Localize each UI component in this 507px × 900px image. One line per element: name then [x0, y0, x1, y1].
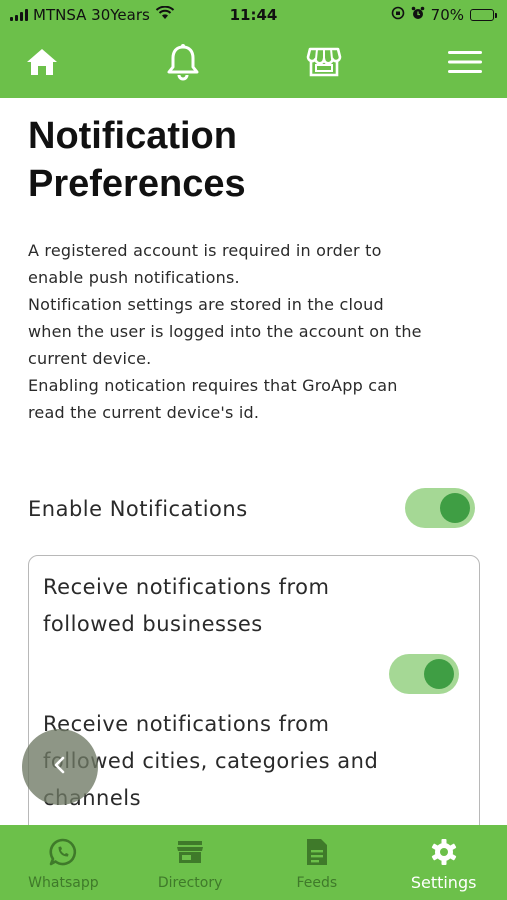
chevron-left-icon — [53, 756, 67, 778]
bottom-nav-feeds[interactable]: Feeds — [254, 825, 381, 900]
status-bar: MTNSA 30Years 11:44 70% — [0, 0, 507, 30]
bottom-nav-directory[interactable]: Directory — [127, 825, 254, 900]
description-line: Enabling notication requires that GroApp… — [28, 376, 398, 395]
followed-cities-label-line3: channels — [43, 786, 142, 810]
top-nav — [0, 30, 507, 98]
toggle-knob — [424, 659, 454, 689]
bottom-nav-whatsapp[interactable]: Whatsapp — [0, 825, 127, 900]
carrier-name: MTNSA 30Years — [33, 6, 150, 24]
rotation-lock-icon — [391, 6, 405, 24]
store-icon — [306, 46, 342, 82]
description-line: when the user is logged into the account… — [28, 322, 422, 341]
followed-businesses-label: Receive notifications from followed busi… — [43, 569, 453, 643]
signal-icon — [10, 9, 28, 21]
bottom-nav-label: Feeds — [296, 875, 338, 891]
page-title-line1: Notification — [28, 115, 237, 157]
bottom-nav-label: Directory — [157, 875, 223, 891]
followed-cities-label: Receive notifications from followed citi… — [43, 706, 453, 817]
settings-content[interactable]: Notification Preferences A registered ac… — [0, 98, 507, 825]
bottom-nav: Whatsapp Directory Feeds Settings — [0, 825, 507, 900]
bottom-nav-settings[interactable]: Settings — [380, 825, 507, 900]
description-line: read the current device's id. — [28, 403, 260, 422]
battery-icon — [470, 9, 497, 21]
home-icon — [25, 47, 59, 81]
bottom-nav-label: Settings — [410, 873, 477, 892]
home-button[interactable] — [22, 44, 62, 84]
menu-button[interactable] — [445, 44, 485, 84]
followed-businesses-toggle[interactable] — [389, 654, 459, 694]
description-line: A registered account is required in orde… — [28, 241, 382, 260]
description-text: A registered account is required in orde… — [28, 237, 483, 426]
back-button[interactable] — [22, 729, 98, 805]
gear-icon — [430, 837, 458, 867]
store-button[interactable] — [304, 44, 344, 84]
followed-businesses-label-line1: Receive notifications from — [43, 575, 330, 599]
enable-notifications-row: Enable Notifications — [28, 488, 478, 534]
followed-businesses-label-line2: followed businesses — [43, 612, 263, 636]
description-line: enable push notifications. — [28, 268, 240, 287]
whatsapp-icon — [48, 837, 78, 867]
wifi-icon — [155, 5, 175, 24]
page-title: Notification Preferences — [28, 112, 478, 208]
bell-icon — [165, 43, 201, 85]
directory-icon — [176, 837, 204, 867]
page-title-line2: Preferences — [28, 163, 246, 205]
menu-icon — [448, 50, 482, 78]
feeds-icon — [305, 837, 329, 867]
status-left: MTNSA 30Years — [10, 5, 175, 24]
followed-cities-label-line1: Receive notifications from — [43, 712, 330, 736]
status-right: 70% — [391, 6, 497, 24]
notification-options-card: Receive notifications from followed busi… — [28, 555, 480, 825]
battery-percent: 70% — [430, 6, 464, 24]
description-line: Notification settings are stored in the … — [28, 295, 384, 314]
bottom-nav-label: Whatsapp — [28, 875, 99, 891]
status-time: 11:44 — [229, 6, 278, 24]
enable-notifications-toggle[interactable] — [405, 488, 475, 528]
enable-notifications-label: Enable Notifications — [28, 497, 248, 521]
description-line: current device. — [28, 349, 152, 368]
toggle-knob — [440, 493, 470, 523]
notifications-button[interactable] — [163, 44, 203, 84]
followed-cities-label-line2: followed cities, categories and — [43, 749, 379, 773]
alarm-icon — [411, 6, 425, 24]
